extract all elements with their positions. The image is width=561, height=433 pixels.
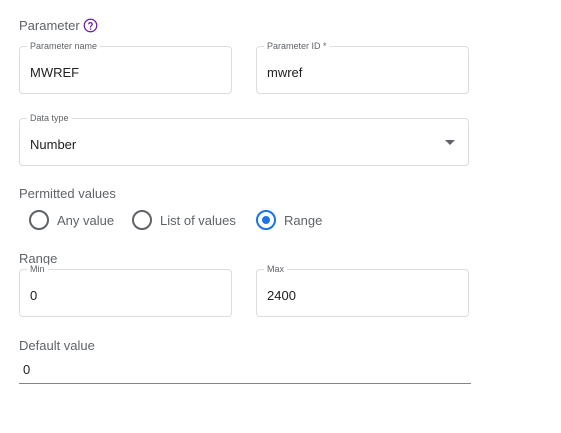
parameter-section-title: Parameter: [19, 18, 80, 33]
parameter-id-field[interactable]: Parameter ID * mwref: [256, 41, 469, 94]
range-max-label: Max: [264, 264, 288, 275]
default-value-underline: [19, 383, 471, 384]
data-type-label: Data type: [27, 113, 72, 124]
data-type-value: Number: [30, 137, 77, 152]
range-min-label: Min: [27, 264, 48, 275]
parameter-name-label: Parameter name: [27, 41, 101, 52]
default-value-label: Default value: [19, 338, 95, 353]
parameter-id-value[interactable]: mwref: [267, 65, 302, 81]
caret-down-icon[interactable]: [445, 140, 455, 145]
radio-unchecked-icon[interactable]: [29, 210, 49, 230]
range-min-value[interactable]: 0: [30, 288, 37, 304]
parameter-id-label: Parameter ID *: [264, 41, 330, 52]
radio-unchecked-icon[interactable]: [132, 210, 152, 230]
range-max-value[interactable]: 2400: [267, 288, 296, 304]
range-max-field[interactable]: Max 2400: [256, 264, 469, 317]
help-circle-icon[interactable]: [83, 18, 98, 33]
radio-any-value[interactable]: Any value: [29, 210, 119, 232]
radio-list-of-values-label: List of values: [160, 213, 236, 228]
radio-checked-icon[interactable]: [256, 210, 276, 230]
permitted-values-title: Permitted values: [19, 186, 116, 201]
radio-any-value-label: Any value: [57, 213, 115, 228]
radio-range-label: Range: [284, 213, 323, 228]
parameter-name-field[interactable]: Parameter name MWREF: [19, 41, 232, 94]
radio-selected-dot: [262, 216, 270, 224]
radio-range[interactable]: Range: [256, 210, 328, 232]
radio-list-of-values[interactable]: List of values: [132, 210, 244, 232]
parameter-name-value[interactable]: MWREF: [30, 65, 79, 81]
range-min-field[interactable]: Min 0: [19, 264, 232, 317]
data-type-select[interactable]: Data type Number: [19, 113, 469, 166]
default-value-input[interactable]: 0: [23, 362, 30, 378]
